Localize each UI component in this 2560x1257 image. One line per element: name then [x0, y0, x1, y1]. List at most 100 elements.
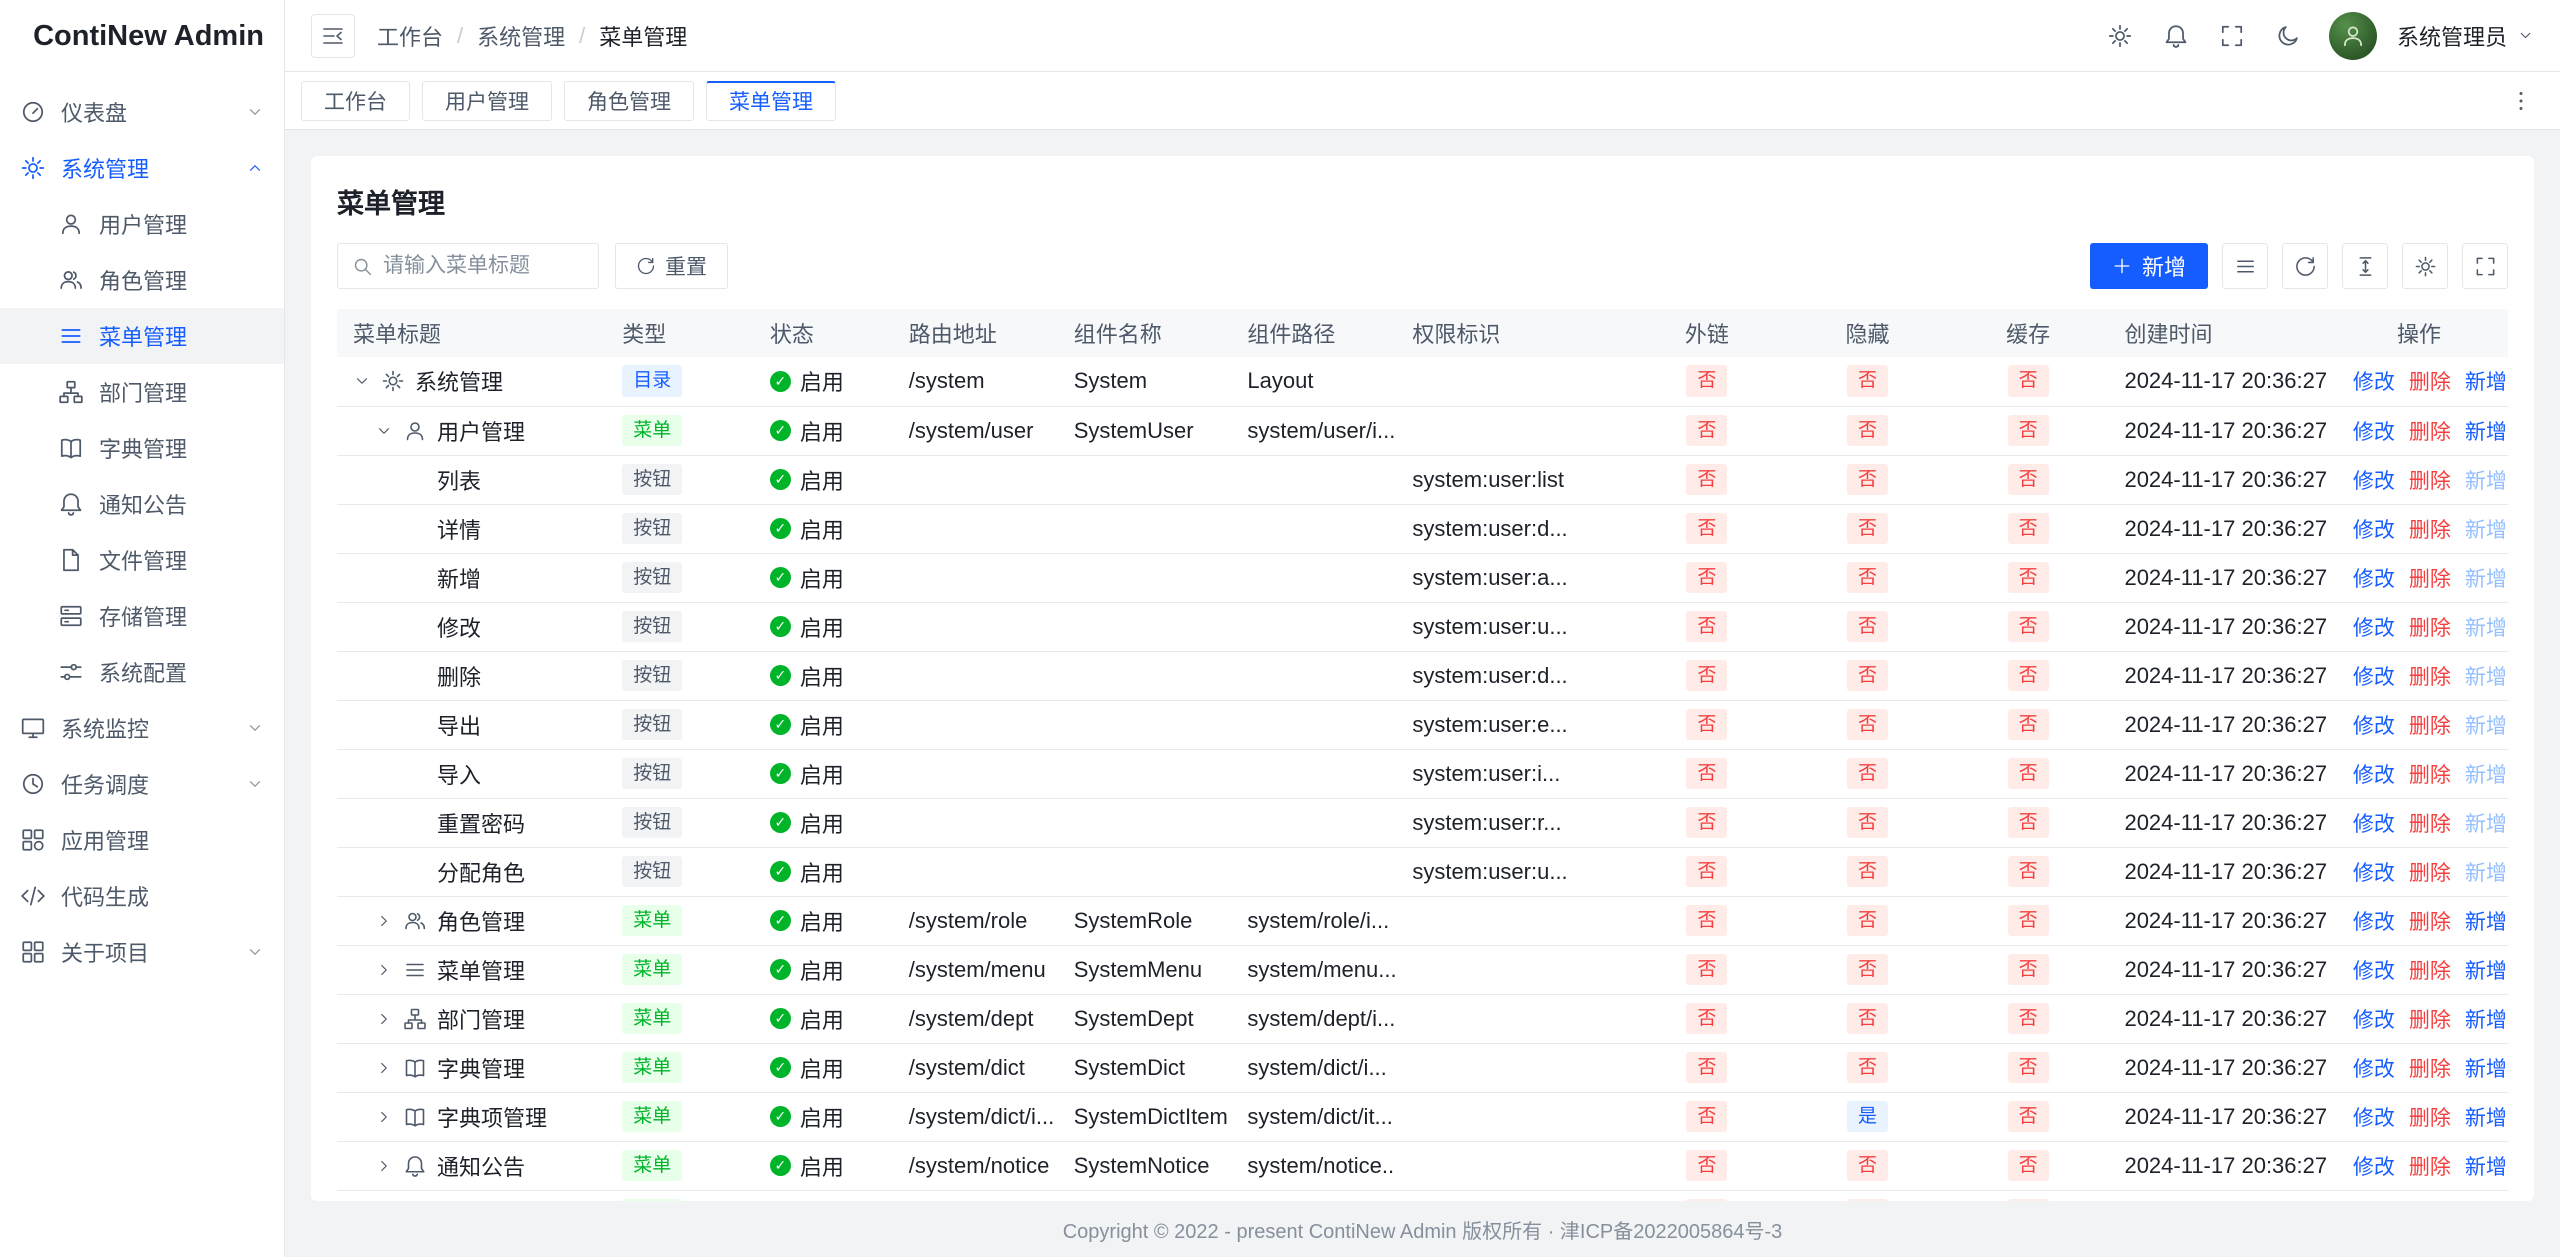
delete-action[interactable]: 删除 [2409, 519, 2451, 542]
search-input[interactable] [383, 254, 584, 278]
sidebar-item-monitor[interactable]: 系统监控 [0, 700, 284, 756]
add-action[interactable]: 新增 [2465, 371, 2507, 394]
add-action[interactable]: 新增 [2465, 960, 2507, 983]
delete-action[interactable]: 删除 [2409, 715, 2451, 738]
settings-button[interactable] [2097, 13, 2143, 59]
delete-action[interactable]: 删除 [2409, 568, 2451, 591]
modify-action[interactable]: 修改 [2353, 470, 2395, 493]
modify-action[interactable]: 修改 [2353, 519, 2395, 542]
fullscreen-button[interactable] [2462, 243, 2508, 289]
sidebar-subitem-user[interactable]: 用户管理 [0, 196, 284, 252]
dark-mode-button[interactable] [2265, 13, 2311, 59]
row-expand-icon[interactable] [375, 961, 393, 979]
delete-action[interactable]: 删除 [2409, 470, 2451, 493]
row-expand-icon[interactable] [375, 912, 393, 930]
delete-action[interactable]: 删除 [2409, 1107, 2451, 1130]
add-action: 新增 [2465, 764, 2507, 787]
modify-action[interactable]: 修改 [2353, 617, 2395, 640]
row-expand-icon[interactable] [375, 422, 393, 440]
cell-component_name [1058, 651, 1232, 700]
delete-action[interactable]: 删除 [2409, 1058, 2451, 1081]
modify-action[interactable]: 修改 [2353, 715, 2395, 738]
sidebar-subitem-dict[interactable]: 字典管理 [0, 420, 284, 476]
row-expand-icon[interactable] [375, 1010, 393, 1028]
modify-action[interactable]: 修改 [2353, 1058, 2395, 1081]
add-action[interactable]: 新增 [2465, 421, 2507, 444]
table-row: 详情按钮✓启用system:user:d...否否否2024-11-17 20:… [337, 504, 2508, 553]
sidebar-item-schedule[interactable]: 任务调度 [0, 756, 284, 812]
delete-action[interactable]: 删除 [2409, 371, 2451, 394]
sidebar-subitem-menu[interactable]: 菜单管理 [0, 308, 284, 364]
modify-action[interactable]: 修改 [2353, 862, 2395, 885]
modify-action[interactable]: 修改 [2353, 813, 2395, 836]
modify-action[interactable]: 修改 [2353, 960, 2395, 983]
delete-action[interactable]: 删除 [2409, 911, 2451, 934]
app-icon [20, 827, 46, 853]
cell-permission: system:user:d... [1396, 651, 1626, 700]
sidebar-item-apps[interactable]: 应用管理 [0, 812, 284, 868]
refresh-button[interactable] [2282, 243, 2328, 289]
delete-action[interactable]: 删除 [2409, 960, 2451, 983]
sidebar-item-about[interactable]: 关于项目 [0, 924, 284, 980]
delete-action[interactable]: 删除 [2409, 764, 2451, 787]
row-expand-icon[interactable] [375, 1157, 393, 1175]
row-expand-icon[interactable] [375, 1108, 393, 1126]
modify-action[interactable]: 修改 [2353, 1009, 2395, 1032]
sidebar-subitem-storage[interactable]: 存储管理 [0, 588, 284, 644]
cell-permission [1396, 945, 1626, 994]
add-action[interactable]: 新增 [2465, 1156, 2507, 1179]
fullscreen-button[interactable] [2209, 13, 2255, 59]
column-height-button[interactable] [2342, 243, 2388, 289]
modify-action[interactable]: 修改 [2353, 911, 2395, 934]
modify-action[interactable]: 修改 [2353, 1107, 2395, 1130]
delete-action[interactable]: 删除 [2409, 617, 2451, 640]
settings-button[interactable] [2402, 243, 2448, 289]
sidebar-subitem-config[interactable]: 系统配置 [0, 644, 284, 700]
book-icon [58, 435, 84, 461]
tab-role[interactable]: 角色管理 [564, 81, 694, 121]
modify-action[interactable]: 修改 [2353, 666, 2395, 689]
sidebar-collapse-button[interactable] [311, 14, 355, 58]
username[interactable]: 系统管理员 [2397, 20, 2507, 52]
table-row: 分配角色按钮✓启用system:user:u...否否否2024-11-17 2… [337, 847, 2508, 896]
tab-workbench[interactable]: 工作台 [301, 81, 410, 121]
delete-action[interactable]: 删除 [2409, 813, 2451, 836]
hidden-badge: 否 [1847, 562, 1888, 594]
add-action[interactable]: 新增 [2465, 1009, 2507, 1032]
sidebar-subitem-dept[interactable]: 部门管理 [0, 364, 284, 420]
add-action[interactable]: 新增 [2465, 1058, 2507, 1081]
reset-button[interactable]: 重置 [615, 243, 728, 289]
cell-component_name [1058, 847, 1232, 896]
delete-action[interactable]: 删除 [2409, 1009, 2451, 1032]
add-action[interactable]: 新增 [2465, 911, 2507, 934]
modify-action[interactable]: 修改 [2353, 1156, 2395, 1179]
avatar[interactable] [2329, 12, 2377, 60]
sidebar-item-system[interactable]: 系统管理 [0, 140, 284, 196]
list-button[interactable] [2222, 243, 2268, 289]
sidebar-subitem-role[interactable]: 角色管理 [0, 252, 284, 308]
sidebar-subitem-notice[interactable]: 通知公告 [0, 476, 284, 532]
modify-action[interactable]: 修改 [2353, 421, 2395, 444]
modify-action[interactable]: 修改 [2353, 371, 2395, 394]
delete-action[interactable]: 删除 [2409, 421, 2451, 444]
notifications-button[interactable] [2153, 13, 2199, 59]
sidebar-subitem-file[interactable]: 文件管理 [0, 532, 284, 588]
modify-action[interactable]: 修改 [2353, 568, 2395, 591]
delete-action[interactable]: 删除 [2409, 862, 2451, 885]
sidebar-item-dashboard[interactable]: 仪表盘 [0, 84, 284, 140]
tab-more-button[interactable] [2498, 78, 2544, 124]
modify-action[interactable]: 修改 [2353, 764, 2395, 787]
breadcrumb-item[interactable]: 系统管理 [477, 20, 565, 52]
row-expand-icon[interactable] [353, 372, 371, 390]
delete-action[interactable]: 删除 [2409, 1156, 2451, 1179]
tab-user[interactable]: 用户管理 [422, 81, 552, 121]
breadcrumb-item[interactable]: 工作台 [377, 20, 443, 52]
tab-menu[interactable]: 菜单管理 [706, 81, 836, 121]
cell-permission [1396, 1190, 1626, 1201]
add-button[interactable]: 新增 [2090, 243, 2208, 289]
sidebar-item-codegen[interactable]: 代码生成 [0, 868, 284, 924]
add-action[interactable]: 新增 [2465, 1107, 2507, 1130]
row-expand-icon[interactable] [375, 1059, 393, 1077]
dashboard-icon [20, 99, 46, 125]
delete-action[interactable]: 删除 [2409, 666, 2451, 689]
